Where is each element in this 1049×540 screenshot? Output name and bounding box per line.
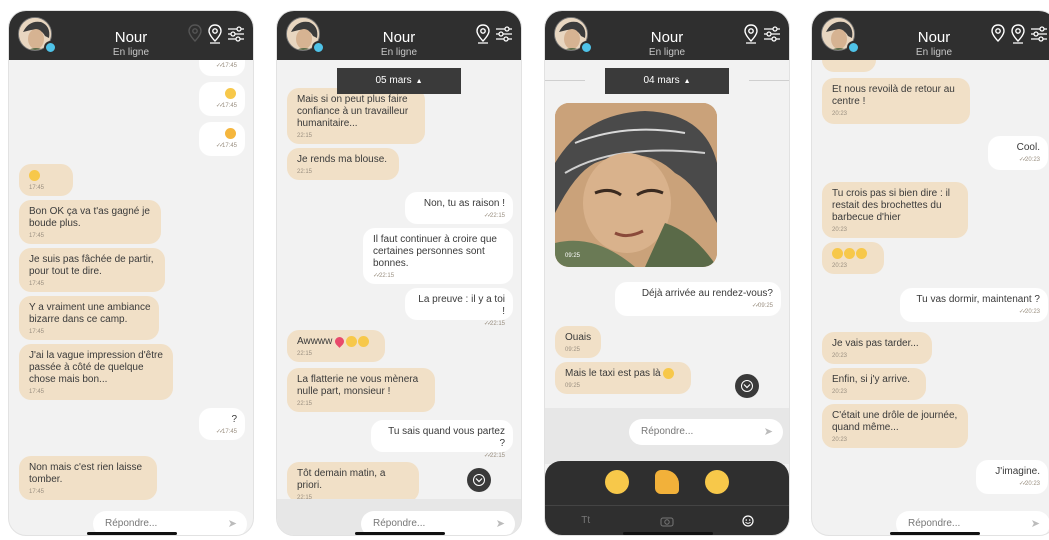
- settings-sliders-icon[interactable]: [495, 25, 513, 43]
- location-icon[interactable]: [1010, 24, 1026, 44]
- message-outgoing[interactable]: Tu vas dormir, maintenant ?20:23: [900, 288, 1048, 322]
- message-incoming[interactable]: Je rends ma blouse. 22:15: [287, 148, 399, 180]
- message-outgoing[interactable]: Cool.20:23: [988, 136, 1048, 170]
- message-incoming[interactable]: Et nous revoilà de retour au centre ! 20:…: [822, 78, 970, 124]
- emoji-icon: [225, 88, 236, 99]
- message-incoming[interactable]: 20:23: [822, 242, 884, 274]
- settings-sliders-icon[interactable]: [763, 25, 781, 43]
- chat-header: Nour En ligne: [545, 11, 789, 60]
- hushed-emoji-button[interactable]: [705, 470, 729, 494]
- message-incoming[interactable]: Tu crois pas si bien dire : il restait d…: [822, 182, 968, 238]
- emoji-keyboard: Tt: [545, 461, 789, 535]
- chat-header: Nour En ligne: [9, 11, 253, 60]
- message-incoming[interactable]: C'était une drôle de journée, quand même…: [822, 404, 968, 448]
- reply-input[interactable]: Répondre... ➤: [629, 419, 783, 445]
- date-separator[interactable]: 05 mars ▲: [337, 68, 461, 94]
- send-icon[interactable]: ➤: [496, 511, 505, 535]
- message-incoming[interactable]: Enfin, si j'y arrive. 20:23: [822, 368, 926, 400]
- message-incoming[interactable]: Bon OK ça va t'as gagné je boude plus. 17…: [19, 200, 161, 244]
- location-icon[interactable]: [207, 24, 223, 44]
- send-icon[interactable]: ➤: [764, 419, 773, 445]
- caret-up-icon: ▲: [415, 78, 423, 85]
- settings-sliders-icon[interactable]: [227, 25, 245, 43]
- camera-icon: [660, 517, 674, 527]
- sleepy-emoji-button[interactable]: [605, 470, 629, 494]
- scroll-down-button[interactable]: [735, 374, 759, 398]
- message-incoming[interactable]: Mais si on peut plus faire confiance à u…: [287, 88, 425, 144]
- message-incoming[interactable]: Ouais 09:25: [555, 326, 601, 358]
- message-list[interactable]: Et nous revoilà de retour au centre ! 20:…: [812, 60, 1049, 535]
- chevron-down-icon: [473, 474, 485, 486]
- contact-status: En ligne: [112, 47, 150, 58]
- message-incoming[interactable]: Non mais c'est rien laisse tomber. 17:45: [19, 456, 157, 500]
- date-separator[interactable]: 04 mars ▲: [605, 68, 729, 94]
- grin-emoji-icon: [844, 248, 855, 259]
- message-outgoing[interactable]: 17:45: [199, 122, 245, 156]
- message-incoming[interactable]: [822, 60, 876, 72]
- message-outgoing[interactable]: ?17:45: [199, 408, 245, 440]
- message-incoming[interactable]: Awwww 22:15: [287, 330, 385, 362]
- phone-screen-1: Nour En ligne 17:45 17:45 17:45 17:45 Bo…: [8, 10, 254, 536]
- settings-sliders-icon[interactable]: [1030, 25, 1048, 43]
- contact-status: En ligne: [915, 47, 953, 58]
- contact-status: En ligne: [380, 47, 418, 58]
- location-icon[interactable]: [743, 24, 759, 44]
- message-incoming[interactable]: J'ai la vague impression d'être passée à…: [19, 344, 173, 400]
- chat-header: Nour En ligne: [277, 11, 521, 60]
- message-outgoing[interactable]: 17:45: [199, 60, 245, 76]
- home-indicator: [87, 532, 177, 535]
- heart-emoji-icon: [333, 335, 347, 348]
- location-icon[interactable]: [187, 24, 203, 44]
- message-incoming[interactable]: Mais le taxi est pas là 09:25: [555, 362, 691, 394]
- emoji-icon: [742, 515, 754, 527]
- message-outgoing[interactable]: Il faut continuer à croire que certaines…: [363, 228, 513, 284]
- home-indicator: [623, 532, 713, 535]
- message-incoming[interactable]: La flatterie ne vous mènera nulle part, …: [287, 368, 435, 412]
- message-outgoing[interactable]: La preuve : il y a toi !22:15: [405, 288, 513, 327]
- message-incoming[interactable]: 17:45: [19, 164, 73, 196]
- home-indicator: [890, 532, 980, 535]
- heart-eyes-emoji-icon: [346, 336, 358, 347]
- phone-screen-2: Nour En ligne Mais si on peut plus faire…: [276, 10, 522, 536]
- message-outgoing[interactable]: Tu sais quand vous partez ?22:15: [371, 420, 513, 459]
- scroll-down-button[interactable]: [467, 468, 491, 492]
- message-incoming[interactable]: Je suis pas fâchée de partir, pour tout …: [19, 248, 165, 292]
- grin-emoji-icon: [832, 248, 843, 259]
- caret-up-icon: ▲: [683, 78, 691, 85]
- message-list[interactable]: Mais si on peut plus faire confiance à u…: [277, 60, 521, 535]
- grin-emoji-icon: [856, 248, 867, 259]
- kiss-emoji-icon: [358, 336, 370, 347]
- emoji-tab[interactable]: [708, 506, 789, 535]
- send-icon[interactable]: ➤: [228, 511, 237, 535]
- chevron-down-icon: [741, 380, 753, 392]
- phone-screen-4: Nour En ligne Et nous revoilà de retour …: [811, 10, 1049, 536]
- location-icon[interactable]: [475, 24, 491, 44]
- message-outgoing[interactable]: Déjà arrivée au rendez-vous?09:25: [615, 282, 781, 316]
- send-icon[interactable]: ➤: [1031, 511, 1040, 535]
- message-incoming[interactable]: Tôt demain matin, a priori. 22:15: [287, 462, 419, 502]
- location-icon[interactable]: [990, 24, 1006, 44]
- message-outgoing[interactable]: Non, tu as raison !22:15: [405, 192, 513, 224]
- flexed-biceps-emoji-button[interactable]: [655, 470, 679, 494]
- message-incoming[interactable]: Je vais pas tarder... 20:23: [822, 332, 932, 364]
- confused-emoji-icon: [663, 368, 675, 379]
- text-tab[interactable]: Tt: [545, 506, 626, 535]
- message-incoming[interactable]: Y a vraiment une ambiance bizarre dans c…: [19, 296, 159, 340]
- chat-header: Nour En ligne: [812, 11, 1049, 60]
- message-outgoing[interactable]: J'imagine.20:23: [976, 460, 1048, 494]
- message-outgoing[interactable]: 17:45: [199, 82, 245, 116]
- message-list[interactable]: 17:45 17:45 17:45 17:45 Bon OK ça va t'a…: [9, 60, 253, 535]
- emoji-icon: [29, 170, 40, 181]
- contact-status: En ligne: [648, 47, 686, 58]
- phone-screen-3: Nour En ligne 09:25 Déjà arrivée au rend…: [544, 10, 790, 536]
- emoji-icon: [225, 128, 236, 139]
- home-indicator: [355, 532, 445, 535]
